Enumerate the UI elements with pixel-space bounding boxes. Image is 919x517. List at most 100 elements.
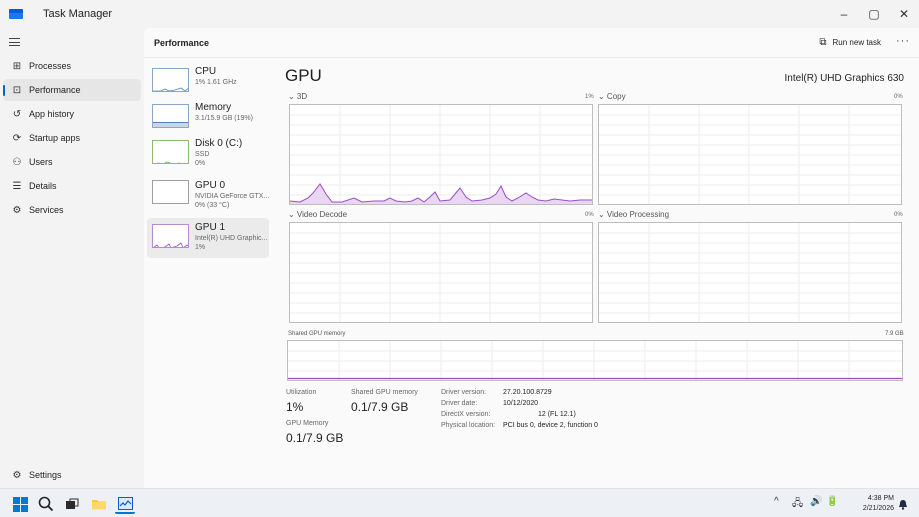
network-icon[interactable]: 🖧	[792, 496, 803, 513]
graph-copy	[598, 104, 902, 205]
folder-icon	[92, 500, 106, 510]
title-bar: Task Manager – ▢ ✕	[0, 0, 919, 28]
startup-apps-icon: ⟳	[12, 132, 22, 144]
graph-video-processing	[598, 222, 902, 323]
performance-icon: ⊡	[12, 84, 22, 96]
sidebar-item-label: Details	[29, 181, 57, 191]
cpu-thumbnail-graph	[152, 68, 189, 92]
physical-location-label: Physical location:	[441, 422, 496, 429]
graph-pct-video-processing: 0%	[894, 212, 903, 218]
gpu-0-thumbnail-graph	[152, 180, 189, 204]
gpu-model: Intel(R) UHD Graphics 630	[784, 73, 904, 84]
device-memory[interactable]: Memory 3.1/15.9 GB (19%)	[147, 98, 269, 138]
task-manager-icon	[9, 9, 23, 19]
device-detail: 3.1/15.9 GB (19%)	[195, 115, 253, 122]
page-title: Performance	[154, 38, 210, 48]
sidebar-item-performance[interactable]: ⊡ Performance	[3, 79, 141, 101]
file-explorer-button[interactable]	[89, 494, 109, 514]
sidebar-item-startup-apps[interactable]: ⟳ Startup apps	[3, 127, 141, 149]
tray-overflow-icon[interactable]: ^	[774, 496, 779, 507]
driver-version-label: Driver version:	[441, 389, 487, 396]
close-button[interactable]: ✕	[889, 0, 919, 28]
services-icon: ⚙	[12, 204, 22, 216]
sidebar-item-services[interactable]: ⚙ Services	[3, 199, 141, 221]
sidebar-item-label: App history	[29, 109, 75, 119]
sidebar-item-processes[interactable]: ⊞ Processes	[3, 55, 141, 77]
graph-label-3d[interactable]: ⌄ 3D	[288, 92, 307, 101]
sidebar-item-label: Performance	[29, 85, 81, 95]
device-detail: 1% 1.61 GHz	[195, 79, 237, 86]
shared-memory-stat-label: Shared GPU memory	[351, 389, 418, 396]
users-icon: ⚇	[12, 156, 22, 168]
task-view-button[interactable]	[62, 494, 82, 514]
task-manager-icon	[117, 496, 133, 510]
hamburger-menu-icon[interactable]	[9, 38, 20, 46]
graph-label-copy[interactable]: ⌄ Copy	[598, 92, 626, 101]
device-cpu[interactable]: CPU 1% 1.61 GHz	[147, 62, 269, 102]
sidebar-item-label: Processes	[29, 61, 72, 71]
sidebar-item-label: Settings	[29, 470, 62, 480]
graph-pct-3d: 1%	[585, 94, 594, 100]
run-new-task-button[interactable]: ⧉ Run new task	[819, 37, 881, 48]
device-detail: 1%	[195, 244, 206, 251]
graph-label-video-decode[interactable]: ⌄ Video Decode	[288, 210, 347, 219]
search-button[interactable]	[36, 494, 56, 514]
notifications-button[interactable]	[897, 494, 909, 514]
device-detail: SSD	[195, 151, 210, 158]
graph-pct-copy: 0%	[894, 94, 903, 100]
taskbar: ^ 🖧 🔊 🔋 4:38 PM 2/21/2026	[0, 488, 919, 517]
settings-icon: ⚙	[12, 469, 22, 481]
sidebar-item-settings[interactable]: ⚙ Settings	[3, 464, 141, 486]
task-view-icon	[66, 498, 79, 509]
graph-label-video-processing[interactable]: ⌄ Video Processing	[598, 210, 669, 219]
sidebar-item-label: Users	[29, 157, 53, 167]
run-new-task-label: Run new task	[832, 38, 881, 47]
gpu-memory-value: 0.1/7.9 GB	[286, 431, 344, 445]
device-name: Disk 0 (C:)	[195, 138, 243, 149]
processes-icon: ⊞	[12, 60, 22, 72]
shared-memory-stat-value: 0.1/7.9 GB	[351, 400, 409, 414]
directx-version-value: 12 (FL 12.1)	[538, 411, 576, 418]
sidebar-item-users[interactable]: ⚇ Users	[3, 151, 141, 173]
battery-icon[interactable]: 🔋	[826, 496, 838, 507]
window-title: Task Manager	[43, 8, 113, 20]
graph-pct-video-decode: 0%	[585, 212, 594, 218]
device-name: GPU 0	[195, 180, 226, 191]
driver-version-value: 27.20.100.8729	[503, 389, 552, 396]
device-disk-0[interactable]: Disk 0 (C:) SSD 0%	[147, 134, 269, 174]
shared-memory-graph	[287, 340, 903, 381]
details-icon: ☰	[12, 180, 22, 192]
device-name: CPU	[195, 66, 217, 77]
maximize-button[interactable]: ▢	[859, 0, 889, 28]
driver-date-label: Driver date:	[441, 400, 478, 407]
device-gpu-1[interactable]: GPU 1 Intel(R) UHD Graphic... 1%	[147, 218, 269, 258]
run-task-icon: ⧉	[819, 37, 827, 48]
sidebar: ⊞ Processes ⊡ Performance ↺ App history …	[0, 28, 144, 488]
minimize-button[interactable]: –	[829, 0, 859, 28]
utilization-label: Utilization	[286, 389, 317, 396]
task-manager-taskbar-button[interactable]	[115, 494, 135, 514]
volume-icon[interactable]: 🔊	[810, 496, 822, 507]
start-button[interactable]	[10, 494, 30, 514]
window-controls: – ▢ ✕	[829, 0, 919, 28]
device-detail: 0% (33 °C)	[195, 202, 230, 209]
windows-logo-icon	[12, 496, 28, 512]
device-detail: NVIDIA GeForce GTX...	[195, 193, 270, 200]
gpu-1-thumbnail-graph	[152, 224, 189, 248]
shared-memory-max: 7.9 GB	[885, 331, 904, 337]
gpu-title: GPU	[285, 66, 322, 85]
system-clock[interactable]: 4:38 PM 2/21/2026	[863, 494, 894, 514]
device-detail: Intel(R) UHD Graphic...	[195, 235, 268, 242]
app-history-icon: ↺	[12, 108, 22, 120]
graph-video-decode	[289, 222, 593, 323]
bell-icon	[899, 499, 907, 510]
sidebar-item-app-history[interactable]: ↺ App history	[3, 103, 141, 125]
more-options-button[interactable]: ···	[896, 35, 910, 47]
device-name: GPU 1	[195, 222, 226, 233]
device-detail: 0%	[195, 160, 206, 167]
device-name: Memory	[195, 102, 232, 113]
memory-thumbnail-graph	[152, 104, 189, 128]
device-gpu-0[interactable]: GPU 0 NVIDIA GeForce GTX... 0% (33 °C)	[147, 176, 269, 216]
clock-date: 2/21/2026	[862, 505, 894, 512]
sidebar-item-details[interactable]: ☰ Details	[3, 175, 141, 197]
